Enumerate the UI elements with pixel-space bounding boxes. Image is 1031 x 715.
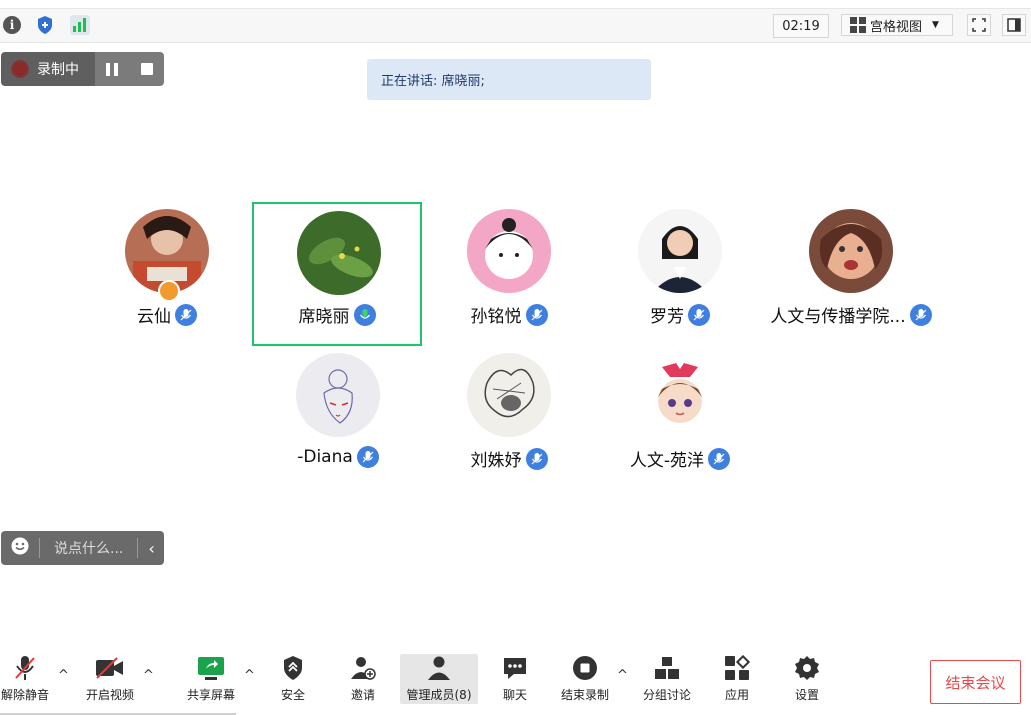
chat-button[interactable]: 聊天 bbox=[492, 654, 538, 704]
participant-tile[interactable]: 孙铭悦 bbox=[424, 202, 594, 346]
side-panel-button[interactable] bbox=[1002, 14, 1026, 36]
speaking-indicator: 正在讲话: 席晓丽; bbox=[367, 59, 651, 100]
participant-tile[interactable]: 刘姝妤 bbox=[424, 346, 594, 490]
breakout-rooms-button[interactable]: 分组讨论 bbox=[640, 654, 694, 704]
settings-button[interactable]: 设置 bbox=[784, 654, 830, 704]
stop-record-icon bbox=[572, 654, 598, 682]
start-video-button[interactable]: 开启视频 bbox=[82, 654, 138, 704]
participant-tile[interactable]: -Diana bbox=[253, 346, 423, 490]
top-bar: i 02:19 宫格视图 ▼ bbox=[0, 8, 1031, 43]
participant-tile-active-speaker[interactable]: 席晓丽 bbox=[252, 202, 422, 346]
mic-speaking-icon bbox=[353, 303, 376, 326]
view-mode-label: 宫格视图 bbox=[870, 19, 923, 35]
mic-icon bbox=[688, 303, 710, 326]
share-screen-icon bbox=[196, 654, 226, 682]
mic-icon bbox=[175, 303, 197, 326]
security-shield-icon bbox=[282, 654, 304, 682]
participant-avatar bbox=[638, 209, 722, 293]
invite-button[interactable]: 邀请 bbox=[340, 654, 386, 704]
signal-icon[interactable] bbox=[70, 15, 90, 35]
video-off-icon bbox=[95, 654, 125, 682]
pause-recording-button[interactable] bbox=[106, 62, 119, 76]
participant-name: 孙铭悦 bbox=[470, 307, 522, 327]
view-mode-dropdown[interactable]: 宫格视图 ▼ bbox=[841, 14, 953, 36]
end-meeting-button[interactable]: 结束会议 bbox=[930, 660, 1021, 704]
audio-options-caret[interactable]: ^ bbox=[58, 668, 69, 683]
record-dot-icon bbox=[13, 62, 27, 76]
participant-name: 云仙 bbox=[137, 307, 171, 327]
mic-icon bbox=[525, 303, 548, 326]
participant-tile[interactable]: 罗芳 bbox=[595, 202, 765, 346]
manage-members-button[interactable]: 管理成员(8) bbox=[400, 654, 478, 704]
chat-quick-input[interactable]: 说点什么... ‹ bbox=[1, 531, 164, 565]
shield-icon[interactable] bbox=[35, 15, 55, 35]
chat-placeholder[interactable]: 说点什么... bbox=[54, 538, 123, 558]
participant-name: 刘姝妤 bbox=[470, 451, 522, 471]
breakout-icon bbox=[654, 654, 680, 682]
mic-muted-icon bbox=[13, 654, 37, 682]
participant-name: 席晓丽 bbox=[298, 307, 350, 327]
side-panel-icon bbox=[1007, 18, 1021, 32]
stop-recording-toolbar-button[interactable]: 结束录制 bbox=[556, 654, 614, 704]
participant-name: -Diana bbox=[297, 447, 353, 467]
participant-name: 人文-苑洋 bbox=[629, 451, 705, 471]
participant-avatar bbox=[296, 353, 380, 437]
mic-icon bbox=[525, 447, 548, 470]
host-badge-icon bbox=[158, 280, 180, 302]
share-screen-button[interactable]: 共享屏幕 bbox=[183, 654, 239, 704]
participant-avatar bbox=[297, 211, 381, 295]
participant-avatar bbox=[638, 353, 722, 437]
grid-view-icon bbox=[850, 17, 866, 33]
participant-name: 人文与传播学院... bbox=[770, 307, 906, 327]
apps-grid-icon bbox=[724, 654, 750, 682]
recording-label: 录制中 bbox=[37, 62, 79, 78]
participant-avatar bbox=[467, 353, 551, 437]
info-icon[interactable]: i bbox=[2, 15, 22, 35]
chat-bubble-icon bbox=[502, 654, 528, 682]
caret-down-icon: ▼ bbox=[932, 20, 939, 30]
divider bbox=[137, 538, 139, 558]
mic-icon bbox=[708, 447, 731, 470]
security-button[interactable]: 安全 bbox=[270, 654, 316, 704]
mic-icon bbox=[356, 446, 379, 468]
participant-name: 罗芳 bbox=[650, 307, 684, 327]
mic-icon bbox=[909, 303, 932, 326]
participant-tile[interactable]: 人文-苑洋 bbox=[595, 346, 765, 490]
invite-user-icon bbox=[350, 654, 376, 682]
gear-icon bbox=[794, 654, 820, 682]
meeting-timer: 02:19 bbox=[773, 14, 829, 38]
video-options-caret[interactable]: ^ bbox=[143, 668, 154, 683]
participant-tile[interactable]: 人文与传播学院... bbox=[766, 202, 936, 346]
bottom-toolbar: 解除静音 ^ 开启视频 ^ 共享屏幕 ^ 安全 邀请 管理成员(8) 聊天 结束… bbox=[0, 650, 1031, 712]
participant-avatar bbox=[809, 209, 893, 293]
fullscreen-button[interactable] bbox=[967, 14, 991, 36]
members-icon bbox=[427, 654, 451, 682]
divider bbox=[39, 538, 40, 558]
participant-tile[interactable]: 云仙 bbox=[82, 202, 252, 346]
record-options-caret[interactable]: ^ bbox=[617, 668, 628, 683]
unmute-button[interactable]: 解除静音 bbox=[0, 654, 50, 704]
participant-avatar bbox=[467, 209, 551, 293]
share-options-caret[interactable]: ^ bbox=[244, 668, 255, 683]
apps-button[interactable]: 应用 bbox=[714, 654, 760, 704]
collapse-arrow-icon[interactable]: ‹ bbox=[148, 539, 154, 558]
stop-recording-button[interactable] bbox=[140, 63, 153, 75]
recording-control: 录制中 bbox=[1, 52, 164, 86]
emoji-icon[interactable] bbox=[11, 537, 29, 559]
fullscreen-icon bbox=[972, 18, 986, 32]
